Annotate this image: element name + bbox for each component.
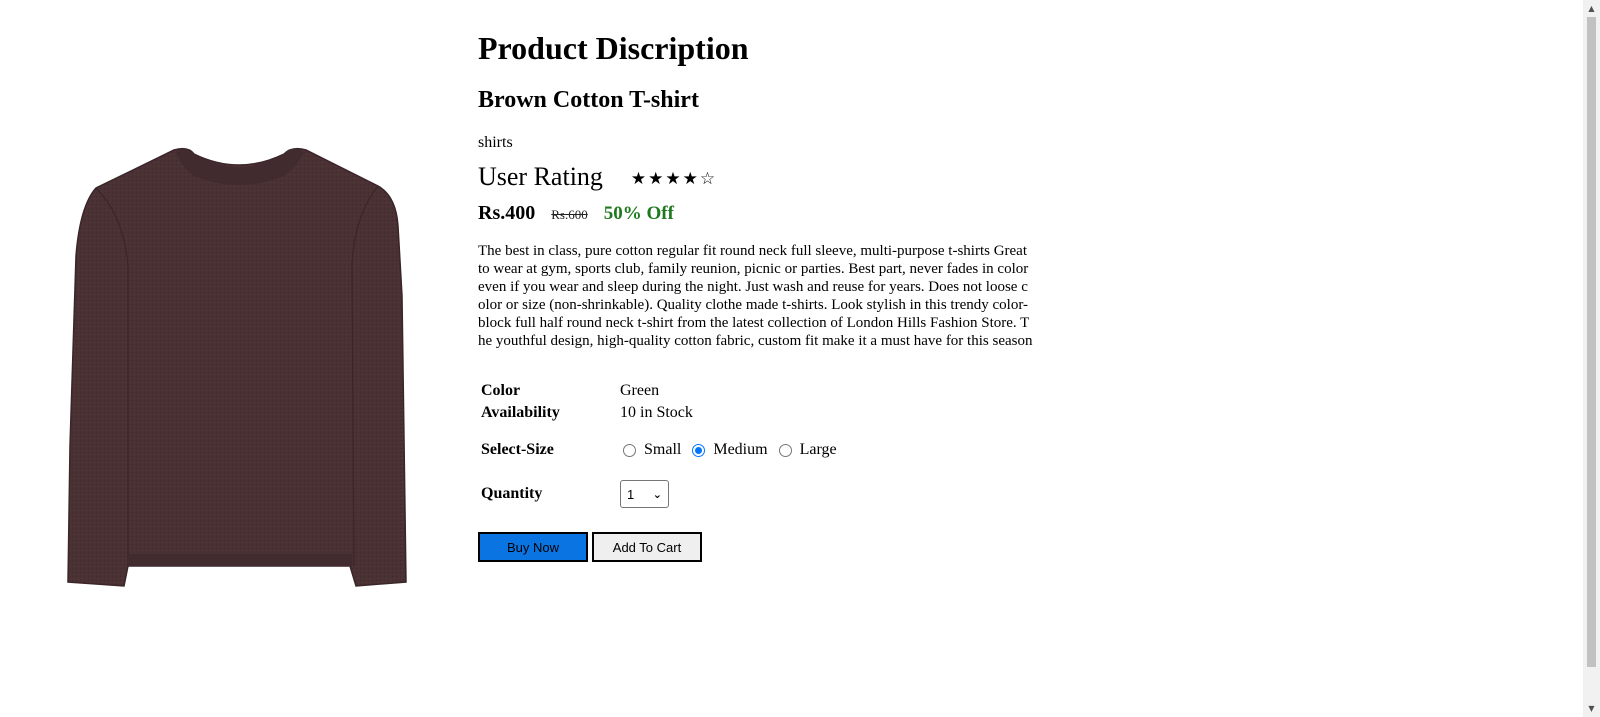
- rating-stars: ★ ★ ★ ★ ☆: [630, 168, 716, 189]
- star-filled-icon: ★: [648, 168, 664, 189]
- quantity-row: Quantity 1 ⌄: [481, 480, 669, 508]
- rating-row: User Rating ★ ★ ★ ★ ☆: [478, 162, 715, 192]
- scroll-down-icon[interactable]: ▼: [1583, 700, 1600, 717]
- spec-row-color: Color Green: [481, 381, 693, 401]
- star-filled-icon: ★: [665, 168, 681, 189]
- current-price: Rs.400: [478, 202, 536, 224]
- page-title: Product Discription: [478, 30, 749, 66]
- size-option-large[interactable]: Large: [800, 441, 837, 459]
- availability-label: Availability: [481, 404, 560, 421]
- size-radio-large[interactable]: [778, 443, 792, 457]
- discount-badge: 50% Off: [603, 203, 674, 224]
- specs-table: Color Green Availability 10 in Stock: [478, 379, 696, 425]
- product-category: shirts: [478, 134, 513, 151]
- size-option-medium[interactable]: Medium: [713, 441, 767, 459]
- star-filled-icon: ★: [682, 168, 698, 189]
- size-selector: Select-Size Small Medium Large: [481, 441, 845, 459]
- availability-value: 10 in Stock: [620, 404, 693, 421]
- size-label: Select-Size: [481, 441, 554, 458]
- color-value: Green: [620, 382, 660, 399]
- quantity-label: Quantity: [481, 485, 543, 502]
- original-price: Rs.600: [551, 207, 588, 222]
- product-name: Brown Cotton T-shirt: [478, 87, 699, 113]
- product-description: The best in class, pure cotton regular f…: [478, 243, 1033, 349]
- color-label: Color: [481, 382, 521, 399]
- star-empty-icon: ☆: [699, 168, 716, 189]
- vertical-scrollbar[interactable]: ▲ ▼: [1583, 0, 1600, 717]
- quantity-value: 1: [627, 486, 635, 502]
- chevron-down-icon: ⌄: [652, 487, 662, 501]
- product-image: [67, 147, 407, 587]
- star-filled-icon: ★: [630, 168, 647, 189]
- size-radio-small[interactable]: [623, 443, 636, 457]
- add-to-cart-button[interactable]: Add To Cart: [592, 532, 702, 562]
- quantity-select[interactable]: 1 ⌄: [620, 480, 669, 508]
- scroll-up-icon[interactable]: ▲: [1583, 0, 1600, 17]
- price-row: Rs.400 Rs.600 50% Off: [478, 202, 674, 225]
- size-option-small[interactable]: Small: [644, 441, 681, 459]
- scrollbar-thumb[interactable]: [1587, 17, 1596, 667]
- rating-label: User Rating: [478, 162, 603, 191]
- size-radio-medium[interactable]: [692, 443, 706, 457]
- buy-now-button[interactable]: Buy Now: [478, 532, 588, 562]
- spec-row-availability: Availability 10 in Stock: [481, 403, 693, 423]
